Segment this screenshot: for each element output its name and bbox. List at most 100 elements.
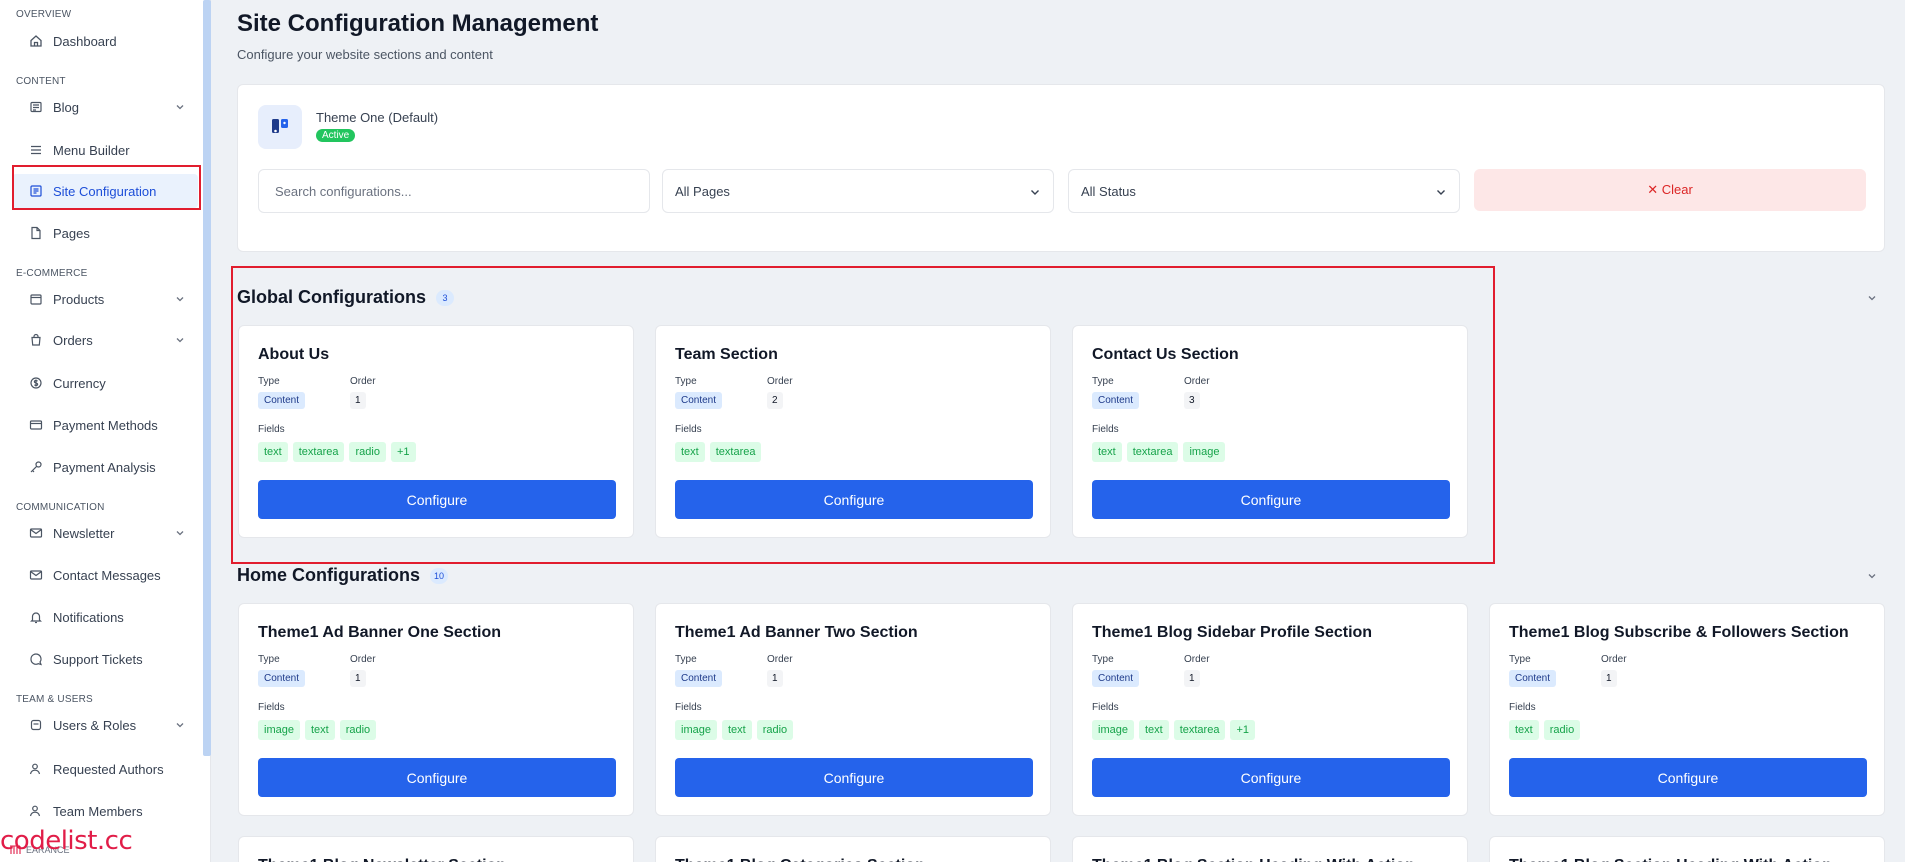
bell-icon (29, 610, 43, 624)
count-badge: 10 (430, 567, 448, 584)
type-label: Type (258, 654, 280, 665)
card-title: Theme1 Ad Banner One Section (258, 624, 502, 641)
chevron-down-icon[interactable] (1866, 292, 1878, 304)
sidebar-item-team-members[interactable]: Team Members (12, 794, 198, 828)
sidebar-scrollbar[interactable] (203, 0, 211, 756)
field-tag: image (675, 720, 717, 740)
chevron-down-icon (176, 297, 184, 302)
type-badge: Content (1092, 670, 1140, 687)
field-tag: textarea (1173, 720, 1226, 740)
fields-label: Fields (675, 702, 702, 713)
sidebar: OVERVIEW Dashboard CONTENT Blog Menu Bui… (0, 0, 211, 862)
user-add-icon (29, 762, 43, 776)
sidebar-label: Payment Analysis (53, 459, 156, 475)
chat-icon (29, 652, 43, 666)
card-title: Theme1 Blog Section Heading With Action (1092, 857, 1415, 862)
sidebar-item-orders[interactable]: Orders (12, 323, 198, 357)
sidebar-item-newsletter[interactable]: Newsletter (12, 516, 198, 550)
card-title: Theme1 Blog Subscribe & Followers Sectio… (1509, 624, 1849, 641)
type-label: Type (1509, 654, 1531, 665)
chevron-down-icon[interactable] (1866, 570, 1878, 582)
chevron-down-icon (176, 105, 184, 110)
sidebar-label: Newsletter (53, 525, 115, 541)
search-input[interactable] (258, 169, 650, 213)
order-label: Order (1601, 654, 1627, 665)
config-card: Theme1 Ad Banner One Section Type Order … (238, 603, 634, 816)
sidebar-item-contact-messages[interactable]: Contact Messages (12, 558, 198, 592)
fields-list: image text radio (675, 720, 794, 740)
credit-card-icon (29, 418, 43, 432)
sidebar-item-currency[interactable]: Currency (12, 366, 198, 400)
sidebar-item-users-roles[interactable]: Users & Roles (12, 708, 198, 742)
type-badge: Content (675, 670, 723, 687)
fields-list: text radio (1509, 720, 1581, 740)
pages-select[interactable]: All Pages (662, 169, 1054, 213)
config-card: Theme1 Blog Newsletter Section (238, 836, 634, 862)
card-title: Theme1 Blog Categories Section (675, 857, 925, 862)
field-tag: text (1509, 720, 1539, 740)
fields-list: image text textarea +1 (1092, 720, 1255, 740)
sidebar-item-requested-authors[interactable]: Requested Authors (12, 752, 198, 786)
config-card: Theme1 Blog Sidebar Profile Section Type… (1072, 603, 1468, 816)
highlight-box (231, 266, 1495, 564)
sidebar-item-payment-methods[interactable]: Payment Methods (12, 408, 198, 442)
field-tag: +1 (1230, 720, 1255, 740)
theme-name: Theme One (Default) (316, 110, 439, 125)
order-label: Order (767, 654, 793, 665)
chevron-down-icon (176, 338, 184, 343)
card-title: Theme1 Blog Sidebar Profile Section (1092, 624, 1373, 641)
order-label: Order (1184, 654, 1210, 665)
config-card: Theme1 Ad Banner Two Section Type Order … (655, 603, 1051, 816)
configure-button[interactable]: Configure (675, 758, 1033, 797)
currency-icon (29, 376, 43, 390)
card-title: Theme1 Blog Section Heading With Action (1509, 857, 1832, 862)
sidebar-item-support-tickets[interactable]: Support Tickets (12, 642, 198, 676)
configure-button[interactable]: Configure (1509, 758, 1867, 797)
sidebar-item-dashboard[interactable]: Dashboard (12, 24, 198, 58)
type-label: Type (675, 654, 697, 665)
sidebar-item-products[interactable]: Products (12, 282, 198, 316)
sidebar-label: Requested Authors (53, 761, 164, 777)
field-tag: image (258, 720, 300, 740)
card-title: Theme1 Blog Newsletter Section (258, 857, 506, 862)
sidebar-label: Contact Messages (53, 567, 161, 583)
sidebar-item-payment-analysis[interactable]: Payment Analysis (12, 450, 198, 484)
field-tag: text (1138, 720, 1169, 740)
page-title: Site Configuration Management (237, 10, 599, 37)
section-title-text: Home Configurations (237, 565, 420, 585)
bag-icon (29, 333, 43, 347)
configure-button[interactable]: Configure (258, 758, 616, 797)
sidebar-label: Blog (53, 99, 80, 115)
menu-icon (29, 143, 43, 157)
home-icon (29, 34, 43, 48)
sidebar-item-notifications[interactable]: Notifications (12, 600, 198, 634)
sidebar-label: Users & Roles (53, 717, 137, 733)
sidebar-item-blog[interactable]: Blog (12, 90, 198, 124)
key-icon (29, 460, 43, 474)
clear-button[interactable]: ✕ Clear (1474, 169, 1866, 211)
order-badge: 1 (1601, 670, 1617, 687)
sidebar-label: Currency (53, 375, 106, 391)
chevron-down-icon (1437, 190, 1445, 195)
configure-button[interactable]: Configure (1092, 758, 1450, 797)
status-select-value: All Status (1081, 183, 1136, 199)
home-section-title[interactable]: Home Configurations 10 (237, 565, 448, 586)
sidebar-label: Team Members (53, 803, 143, 819)
sidebar-label: Products (53, 291, 105, 307)
order-badge: 1 (350, 670, 366, 687)
sidebar-label: Support Tickets (53, 651, 143, 667)
sidebar-item-pages[interactable]: Pages (12, 216, 198, 250)
status-select[interactable]: All Status (1068, 169, 1460, 213)
config-card: Theme1 Blog Subscribe & Followers Sectio… (1489, 603, 1885, 816)
section-communication: COMMUNICATION (16, 502, 105, 513)
chevron-down-icon (1031, 190, 1039, 195)
theme-icon (258, 105, 302, 149)
fields-list: image text radio (258, 720, 377, 740)
user-shield-icon (29, 718, 43, 732)
sidebar-item-menu-builder[interactable]: Menu Builder (12, 133, 198, 167)
field-tag: radio (756, 720, 794, 740)
section-team: TEAM & USERS (16, 694, 93, 705)
highlight-box (12, 165, 201, 210)
field-tag: text (721, 720, 752, 740)
type-badge: Content (1509, 670, 1557, 687)
